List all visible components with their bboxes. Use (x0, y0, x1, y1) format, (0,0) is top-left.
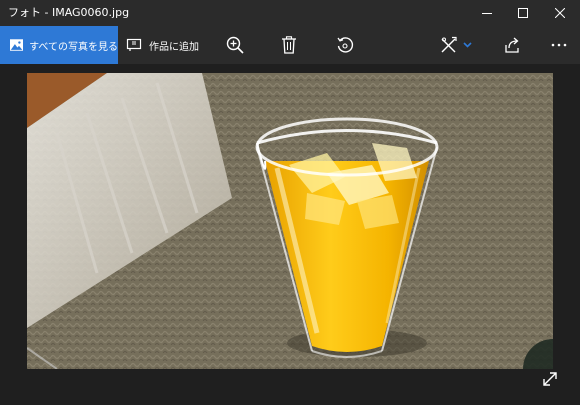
fullscreen-button[interactable] (540, 369, 560, 389)
add-to-creation-label: 作品に追加 (149, 41, 199, 53)
maximize-icon (518, 8, 528, 18)
more-options-button[interactable] (544, 26, 574, 64)
window-title: フォト - IMAG0060.jpg (8, 6, 130, 19)
zoom-in-icon (226, 36, 244, 54)
delete-icon (282, 36, 296, 54)
close-button[interactable] (543, 0, 577, 26)
edit-create-icon (441, 36, 472, 53)
toolbar: すべての写真を見る 作品に追加 (0, 26, 580, 64)
add-to-creation-icon (126, 38, 142, 51)
photos-app-window: フォト - IMAG0060.jpg すべての写真を見る 作品に追加 (0, 0, 580, 405)
see-all-photos-button[interactable]: すべての写真を見る (0, 26, 118, 64)
photo-viewer[interactable] (0, 64, 580, 405)
photo-glass-of-juice (27, 73, 553, 369)
maximize-button[interactable] (506, 0, 540, 26)
see-all-photos-label: すべての写真を見る (29, 41, 118, 53)
zoom-button[interactable] (220, 26, 250, 64)
edit-create-button[interactable] (436, 26, 478, 64)
rotate-icon (337, 37, 354, 53)
share-icon (505, 37, 519, 53)
minimize-button[interactable] (470, 0, 504, 26)
minimize-icon (482, 13, 492, 14)
more-icon (551, 43, 567, 47)
add-to-creation-button[interactable]: 作品に追加 (126, 26, 199, 64)
photos-icon (10, 39, 24, 51)
title-bar: フォト - IMAG0060.jpg (0, 0, 580, 26)
photo-image[interactable] (27, 73, 553, 369)
expand-icon (543, 372, 557, 386)
rotate-button[interactable] (330, 26, 360, 64)
share-button[interactable] (497, 26, 527, 64)
delete-button[interactable] (274, 26, 304, 64)
close-icon (555, 8, 565, 18)
